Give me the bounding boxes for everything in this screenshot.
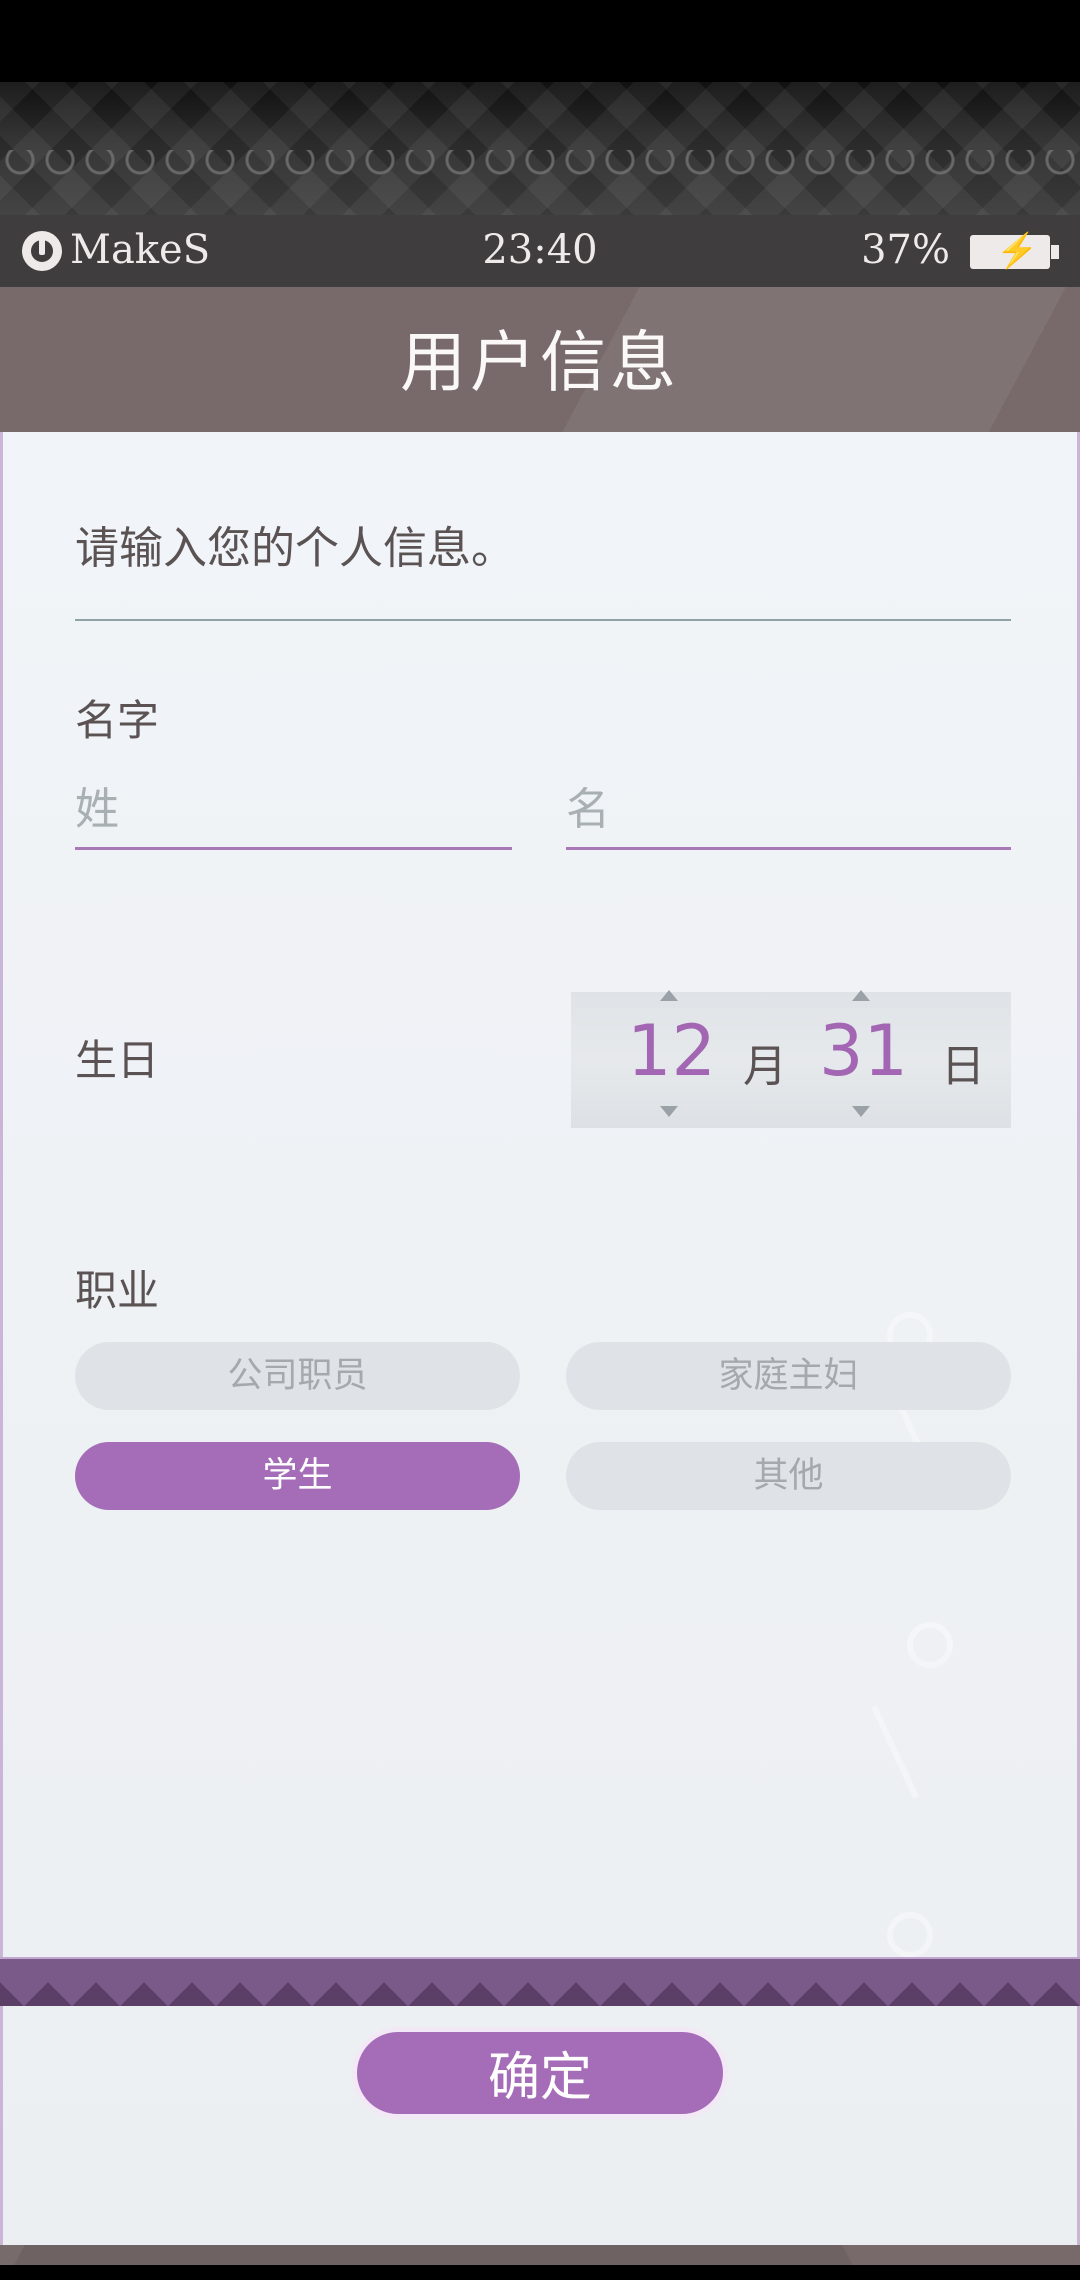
page-title: 用户信息 <box>400 324 680 401</box>
month-unit: 月 <box>743 1041 787 1092</box>
birthday-picker: 12 月 31 日 <box>571 990 1011 1128</box>
screen-background: 用户信息 请输入您的个人信息。 名字 姓 名 生日 12 月 31 日 职业 公… <box>0 287 1080 2265</box>
birthday-label: 生日 <box>75 1036 160 1085</box>
occupation-option-housewife[interactable]: 家庭主妇 <box>566 1342 1011 1410</box>
confirm-button[interactable]: 确定 <box>352 2027 728 2119</box>
status-battery-percent: 37% <box>861 227 950 273</box>
occupation-option-student[interactable]: 学生 <box>75 1442 520 1510</box>
charging-bolt-icon: ⚡ <box>996 231 1039 271</box>
given-name-placeholder: 名 <box>566 784 610 835</box>
name-label: 名字 <box>75 696 160 745</box>
decorative-chain-graphic <box>857 1312 977 2032</box>
decorative-header-ornament <box>0 82 1080 215</box>
lace-trim <box>0 150 1080 190</box>
status-bar: MakeS 23:40 37% ⚡ <box>0 215 1080 287</box>
day-value[interactable]: 31 <box>819 1010 908 1092</box>
divider <box>75 619 1011 621</box>
day-down-arrow-icon[interactable] <box>852 1106 870 1117</box>
given-name-input[interactable]: 名 <box>566 777 1011 850</box>
month-value[interactable]: 12 <box>627 1010 716 1092</box>
surname-input[interactable]: 姓 <box>75 777 512 850</box>
month-down-arrow-icon[interactable] <box>660 1106 678 1117</box>
occupation-option-other[interactable]: 其他 <box>566 1442 1011 1510</box>
month-up-arrow-icon[interactable] <box>660 990 678 1001</box>
battery-icon: ⚡ <box>970 231 1059 271</box>
day-unit: 日 <box>941 1041 985 1092</box>
surname-placeholder: 姓 <box>75 784 119 835</box>
bottom-black-bar <box>0 2265 1080 2280</box>
occupation-option-office-worker[interactable]: 公司职员 <box>75 1342 520 1410</box>
decorative-pattern-strip <box>0 1957 1080 2006</box>
intro-text: 请输入您的个人信息。 <box>75 523 515 574</box>
occupation-label: 职业 <box>75 1266 160 1315</box>
day-up-arrow-icon[interactable] <box>852 990 870 1001</box>
top-black-bar <box>0 0 1080 82</box>
